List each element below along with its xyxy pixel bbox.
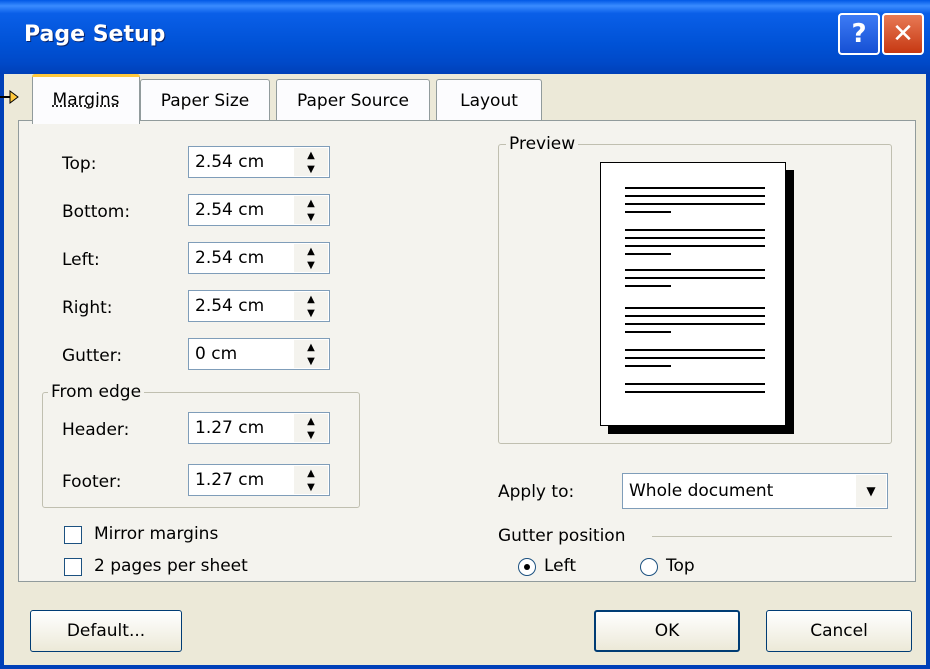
right-margin-spinner[interactable]: 2.54 cm ▲ ▼ xyxy=(188,290,330,322)
spin-up-icon[interactable]: ▲ xyxy=(294,292,328,306)
left-margin-spinner[interactable]: 2.54 cm ▲ ▼ xyxy=(188,242,330,274)
gutter-position-divider xyxy=(652,536,892,537)
tab-paper-size[interactable]: Paper Size xyxy=(140,79,270,121)
tab-margins[interactable]: Margins xyxy=(32,74,140,124)
top-margin-value: 2.54 cm xyxy=(195,152,265,172)
gutter-left-radio[interactable] xyxy=(518,558,536,576)
preview-legend: Preview xyxy=(506,134,579,154)
spin-down-icon[interactable]: ▼ xyxy=(294,480,328,494)
spin-down-icon[interactable]: ▼ xyxy=(294,210,328,224)
left-margin-value: 2.54 cm xyxy=(195,248,265,268)
ok-button-label: OK xyxy=(654,621,680,641)
tab-paper-source-label: Paper Source xyxy=(297,90,409,111)
two-pages-label: 2 pages per sheet xyxy=(94,556,248,576)
apply-to-dropdown[interactable]: Whole document ▼ xyxy=(622,473,888,509)
spin-down-icon[interactable]: ▼ xyxy=(294,162,328,176)
spin-up-icon[interactable]: ▲ xyxy=(294,466,328,480)
tab-paper-size-label: Paper Size xyxy=(160,90,250,111)
spin-up-icon[interactable]: ▲ xyxy=(294,244,328,258)
spin-down-icon[interactable]: ▼ xyxy=(294,258,328,272)
cancel-button[interactable]: Cancel xyxy=(766,610,912,652)
footer-value: 1.27 cm xyxy=(195,470,265,490)
footer-spinner[interactable]: 1.27 cm ▲ ▼ xyxy=(188,464,330,496)
spin-up-icon[interactable]: ▲ xyxy=(294,340,328,354)
header-spinner[interactable]: 1.27 cm ▲ ▼ xyxy=(188,412,330,444)
gutter-value: 0 cm xyxy=(195,344,238,364)
title-bar[interactable]: Page Setup ? ✕ xyxy=(0,0,930,74)
tab-paper-source[interactable]: Paper Source xyxy=(276,79,430,121)
header-label: Header: xyxy=(62,420,130,440)
window-title: Page Setup xyxy=(24,22,166,47)
gutter-left-label: Left xyxy=(544,556,576,576)
default-button-label: Default... xyxy=(66,621,146,641)
tab-layout[interactable]: Layout xyxy=(436,79,542,121)
footer-label: Footer: xyxy=(62,472,122,492)
spin-down-icon[interactable]: ▼ xyxy=(294,354,328,368)
default-button[interactable]: Default... xyxy=(30,610,182,652)
chevron-down-icon[interactable]: ▼ xyxy=(856,475,886,507)
apply-to-value: Whole document xyxy=(629,481,774,501)
bottom-label: Bottom: xyxy=(62,202,131,222)
gutter-label: Gutter: xyxy=(62,346,123,366)
page-preview xyxy=(600,162,786,426)
top-margin-spinner[interactable]: 2.54 cm ▲ ▼ xyxy=(188,146,330,178)
spin-up-icon[interactable]: ▲ xyxy=(294,414,328,428)
two-pages-checkbox[interactable] xyxy=(64,558,82,576)
help-icon: ? xyxy=(851,19,867,49)
from-edge-legend: From edge xyxy=(48,382,145,402)
tab-margins-label: Margins xyxy=(52,89,120,110)
bottom-margin-spinner[interactable]: 2.54 cm ▲ ▼ xyxy=(188,194,330,226)
right-label: Right: xyxy=(62,298,113,318)
pointer-arrow-icon xyxy=(0,90,19,104)
close-icon: ✕ xyxy=(892,19,914,49)
gutter-position-label: Gutter position xyxy=(498,526,626,546)
apply-to-label: Apply to: xyxy=(498,482,575,502)
cancel-button-label: Cancel xyxy=(810,621,868,641)
tab-layout-label: Layout xyxy=(460,90,518,111)
top-label: Top: xyxy=(62,154,97,174)
mirror-margins-checkbox[interactable] xyxy=(64,526,82,544)
spin-up-icon[interactable]: ▲ xyxy=(294,196,328,210)
left-label: Left: xyxy=(62,250,100,270)
help-button[interactable]: ? xyxy=(838,13,880,55)
header-value: 1.27 cm xyxy=(195,418,265,438)
gutter-spinner[interactable]: 0 cm ▲ ▼ xyxy=(188,338,330,370)
gutter-top-label: Top xyxy=(666,556,695,576)
bottom-margin-value: 2.54 cm xyxy=(195,200,265,220)
mirror-margins-label: Mirror margins xyxy=(94,524,219,544)
right-margin-value: 2.54 cm xyxy=(195,296,265,316)
spin-down-icon[interactable]: ▼ xyxy=(294,306,328,320)
close-button[interactable]: ✕ xyxy=(882,13,924,55)
spin-up-icon[interactable]: ▲ xyxy=(294,148,328,162)
gutter-top-radio[interactable] xyxy=(640,558,658,576)
ok-button[interactable]: OK xyxy=(594,610,740,652)
spin-down-icon[interactable]: ▼ xyxy=(294,428,328,442)
